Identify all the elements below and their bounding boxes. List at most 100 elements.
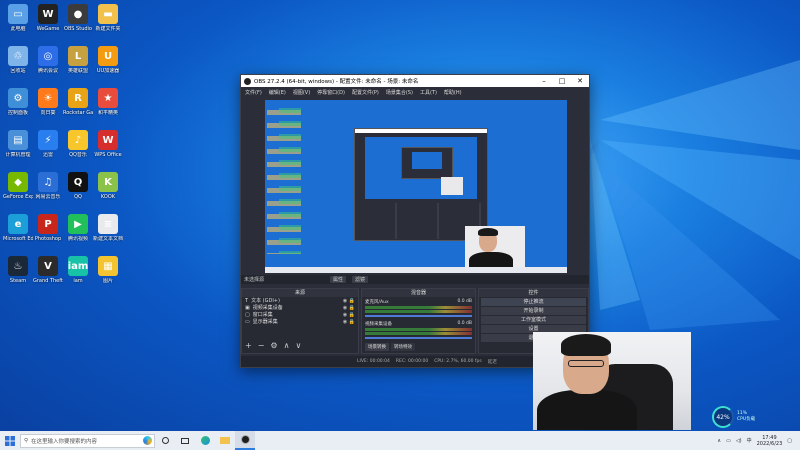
desktop-icon[interactable]: ★ 和平精英 xyxy=(93,88,123,116)
desktop-icon[interactable]: U UU加速器 xyxy=(93,46,123,74)
desktop-icon-label: 腾讯视频 xyxy=(67,236,88,242)
taskbar-widget-icon[interactable] xyxy=(175,431,195,450)
add-icon[interactable]: + xyxy=(245,341,252,350)
desktop-icon[interactable]: ● OBS Studio xyxy=(63,4,93,32)
window-icon: ▢ xyxy=(245,311,250,318)
desktop-icon[interactable]: P Photoshop xyxy=(33,214,63,242)
tab-transition-effects[interactable]: 转场特效 xyxy=(391,343,415,351)
app-icon: ▤ xyxy=(8,130,28,150)
desktop-icon[interactable]: ▶ 腾讯视频 xyxy=(63,214,93,242)
volume-slider[interactable] xyxy=(365,337,472,339)
desktop-icon[interactable]: ▭ 此电脑 xyxy=(3,4,33,32)
properties-button[interactable]: 属性 xyxy=(330,276,347,283)
network-icon[interactable]: ▭ xyxy=(726,438,731,444)
desktop-icon[interactable]: ▦ 图片 xyxy=(93,256,123,284)
edge-icon[interactable] xyxy=(195,431,215,450)
clock[interactable]: 17:49 2022/6/23 xyxy=(757,435,783,447)
notification-icon[interactable]: ▢ xyxy=(787,438,792,444)
desktop-icon[interactable]: ◆ GeForce Experience xyxy=(3,172,33,200)
mixer-channel: 视频采集设备 0.0 dB xyxy=(362,319,475,341)
person-body xyxy=(537,390,637,430)
desktop-icon-label: Photoshop xyxy=(34,236,62,242)
no-source-label: 未选择源 xyxy=(244,277,265,283)
maximize-icon[interactable]: □ xyxy=(553,77,571,85)
desktop-icon[interactable]: ⚡ 迅雷 xyxy=(33,130,63,158)
audio-meter xyxy=(365,306,472,309)
menu-profile[interactable]: 配置文件(P) xyxy=(352,89,379,96)
desktop-icon[interactable]: W WeGame xyxy=(33,4,63,32)
app-icon: ▶ xyxy=(68,214,88,234)
desktop-icon[interactable]: Q QQ xyxy=(63,172,93,200)
task-view-icon[interactable] xyxy=(155,431,175,450)
tab-scene-transitions[interactable]: 场景转换 xyxy=(365,343,389,351)
desktop-icon[interactable]: ⚙ 控制面板 xyxy=(3,88,33,116)
desktop-icon[interactable]: L 英雄联盟 xyxy=(63,46,93,74)
obs-window[interactable]: OBS 27.2.4 (64-bit, windows) - 配置文件: 未命名… xyxy=(240,74,590,368)
search-placeholder: 在这里输入你要搜索的内容 xyxy=(31,438,98,445)
tray-chevron-icon[interactable]: ∧ xyxy=(717,438,721,444)
source-item[interactable]: ▭ 显示器采集 ◉ 🔒 xyxy=(242,318,358,326)
windows-logo-icon xyxy=(5,435,15,446)
desktop-icon[interactable]: ≡ 新建文本文档 xyxy=(93,214,123,242)
source-item[interactable]: ▣ 视频采集设备 ◉ 🔒 xyxy=(242,304,358,312)
stop-streaming-button[interactable]: 停止推流 xyxy=(481,298,586,306)
desktop-icon[interactable]: ▤ 计算机管理 xyxy=(3,130,33,158)
language-indicator[interactable]: 中 xyxy=(747,437,752,444)
desktop-icon[interactable]: ▬ 新建文件夹 xyxy=(93,4,123,32)
desktop-icon[interactable]: K KOOK xyxy=(93,172,123,200)
visibility-lock-icon[interactable]: ◉ 🔒 xyxy=(343,305,358,311)
visibility-lock-icon[interactable]: ◉ 🔒 xyxy=(343,298,358,304)
source-item[interactable]: T 文本 (GDI+) ◉ 🔒 xyxy=(242,297,358,305)
menu-file[interactable]: 文件(F) xyxy=(245,89,262,96)
desktop-icon-label: 此电脑 xyxy=(10,26,26,32)
menu-help[interactable]: 帮助(H) xyxy=(444,89,462,96)
search-highlight-icon[interactable] xyxy=(143,436,152,445)
person-hair xyxy=(561,334,611,356)
app-icon: ◎ xyxy=(38,46,58,66)
volume-icon[interactable]: ◁) xyxy=(736,438,742,444)
menu-view[interactable]: 视图(V) xyxy=(293,89,310,96)
file-explorer-icon[interactable] xyxy=(215,431,235,450)
start-recording-button[interactable]: 开始录制 xyxy=(481,307,586,315)
desktop-icon[interactable]: V Grand Theft Auto V xyxy=(33,256,63,284)
desktop-icon[interactable]: R Rockstar Games xyxy=(63,88,93,116)
obs-preview-canvas[interactable] xyxy=(265,100,567,273)
filters-button[interactable]: 滤镜 xyxy=(352,276,369,283)
cpu-widget[interactable]: 42% 11% CPU负载 xyxy=(712,406,755,428)
app-icon: P xyxy=(38,214,58,234)
source-item[interactable]: ▢ 窗口采集 ◉ 🔒 xyxy=(242,311,358,319)
close-icon[interactable]: ✕ xyxy=(571,77,589,85)
taskbar-search-box[interactable]: ⚲ 在这里输入你要搜索的内容 xyxy=(20,433,155,448)
gear-icon[interactable]: ⚙ xyxy=(270,341,277,350)
menu-edit[interactable]: 编辑(E) xyxy=(269,89,286,96)
app-icon: K xyxy=(98,172,118,192)
menu-scene-collection[interactable]: 场景集合(S) xyxy=(386,89,413,96)
minimize-icon[interactable]: – xyxy=(535,77,553,85)
audio-meter xyxy=(365,310,472,313)
obs-titlebar[interactable]: OBS 27.2.4 (64-bit, windows) - 配置文件: 未命名… xyxy=(241,75,589,87)
volume-slider[interactable] xyxy=(365,315,472,317)
obs-taskbar-icon[interactable] xyxy=(235,431,255,450)
desktop-icon[interactable]: ♫ 网易云音乐 xyxy=(33,172,63,200)
desktop-icon[interactable]: ♪ QQ音乐 xyxy=(63,130,93,158)
menu-tools[interactable]: 工具(T) xyxy=(420,89,437,96)
desktop-icon[interactable]: ☀ 向日葵 xyxy=(33,88,63,116)
studio-mode-button[interactable]: 工作室模式 xyxy=(481,316,586,324)
desktop-icon[interactable]: e Microsoft Edge xyxy=(3,214,33,242)
start-button[interactable] xyxy=(0,431,20,450)
app-icon: ⚡ xyxy=(38,130,58,150)
visibility-lock-icon[interactable]: ◉ 🔒 xyxy=(343,319,358,325)
visibility-lock-icon[interactable]: ◉ 🔒 xyxy=(343,312,358,318)
menu-docks[interactable]: 停靠窗口(D) xyxy=(317,89,345,96)
desktop-icon[interactable]: W WPS Office xyxy=(93,130,123,158)
app-icon: ▦ xyxy=(98,256,118,276)
desktop-icon[interactable]: ◎ 腾讯会议 xyxy=(33,46,63,74)
mixer-dock: 混音器 麦克风/Aux 0.0 dB 视频采集设备 0.0 dB 场景转换 转场… xyxy=(361,288,476,354)
up-icon[interactable]: ∧ xyxy=(284,341,290,350)
desktop-icon[interactable]: iam iam xyxy=(63,256,93,284)
desktop-icon[interactable]: ♲ 回收站 xyxy=(3,46,33,74)
mixer-channel: 麦克风/Aux 0.0 dB xyxy=(362,297,475,319)
down-icon[interactable]: ∨ xyxy=(295,341,301,350)
remove-icon[interactable]: − xyxy=(258,341,265,350)
desktop-icon[interactable]: ♨ Steam xyxy=(3,256,33,284)
